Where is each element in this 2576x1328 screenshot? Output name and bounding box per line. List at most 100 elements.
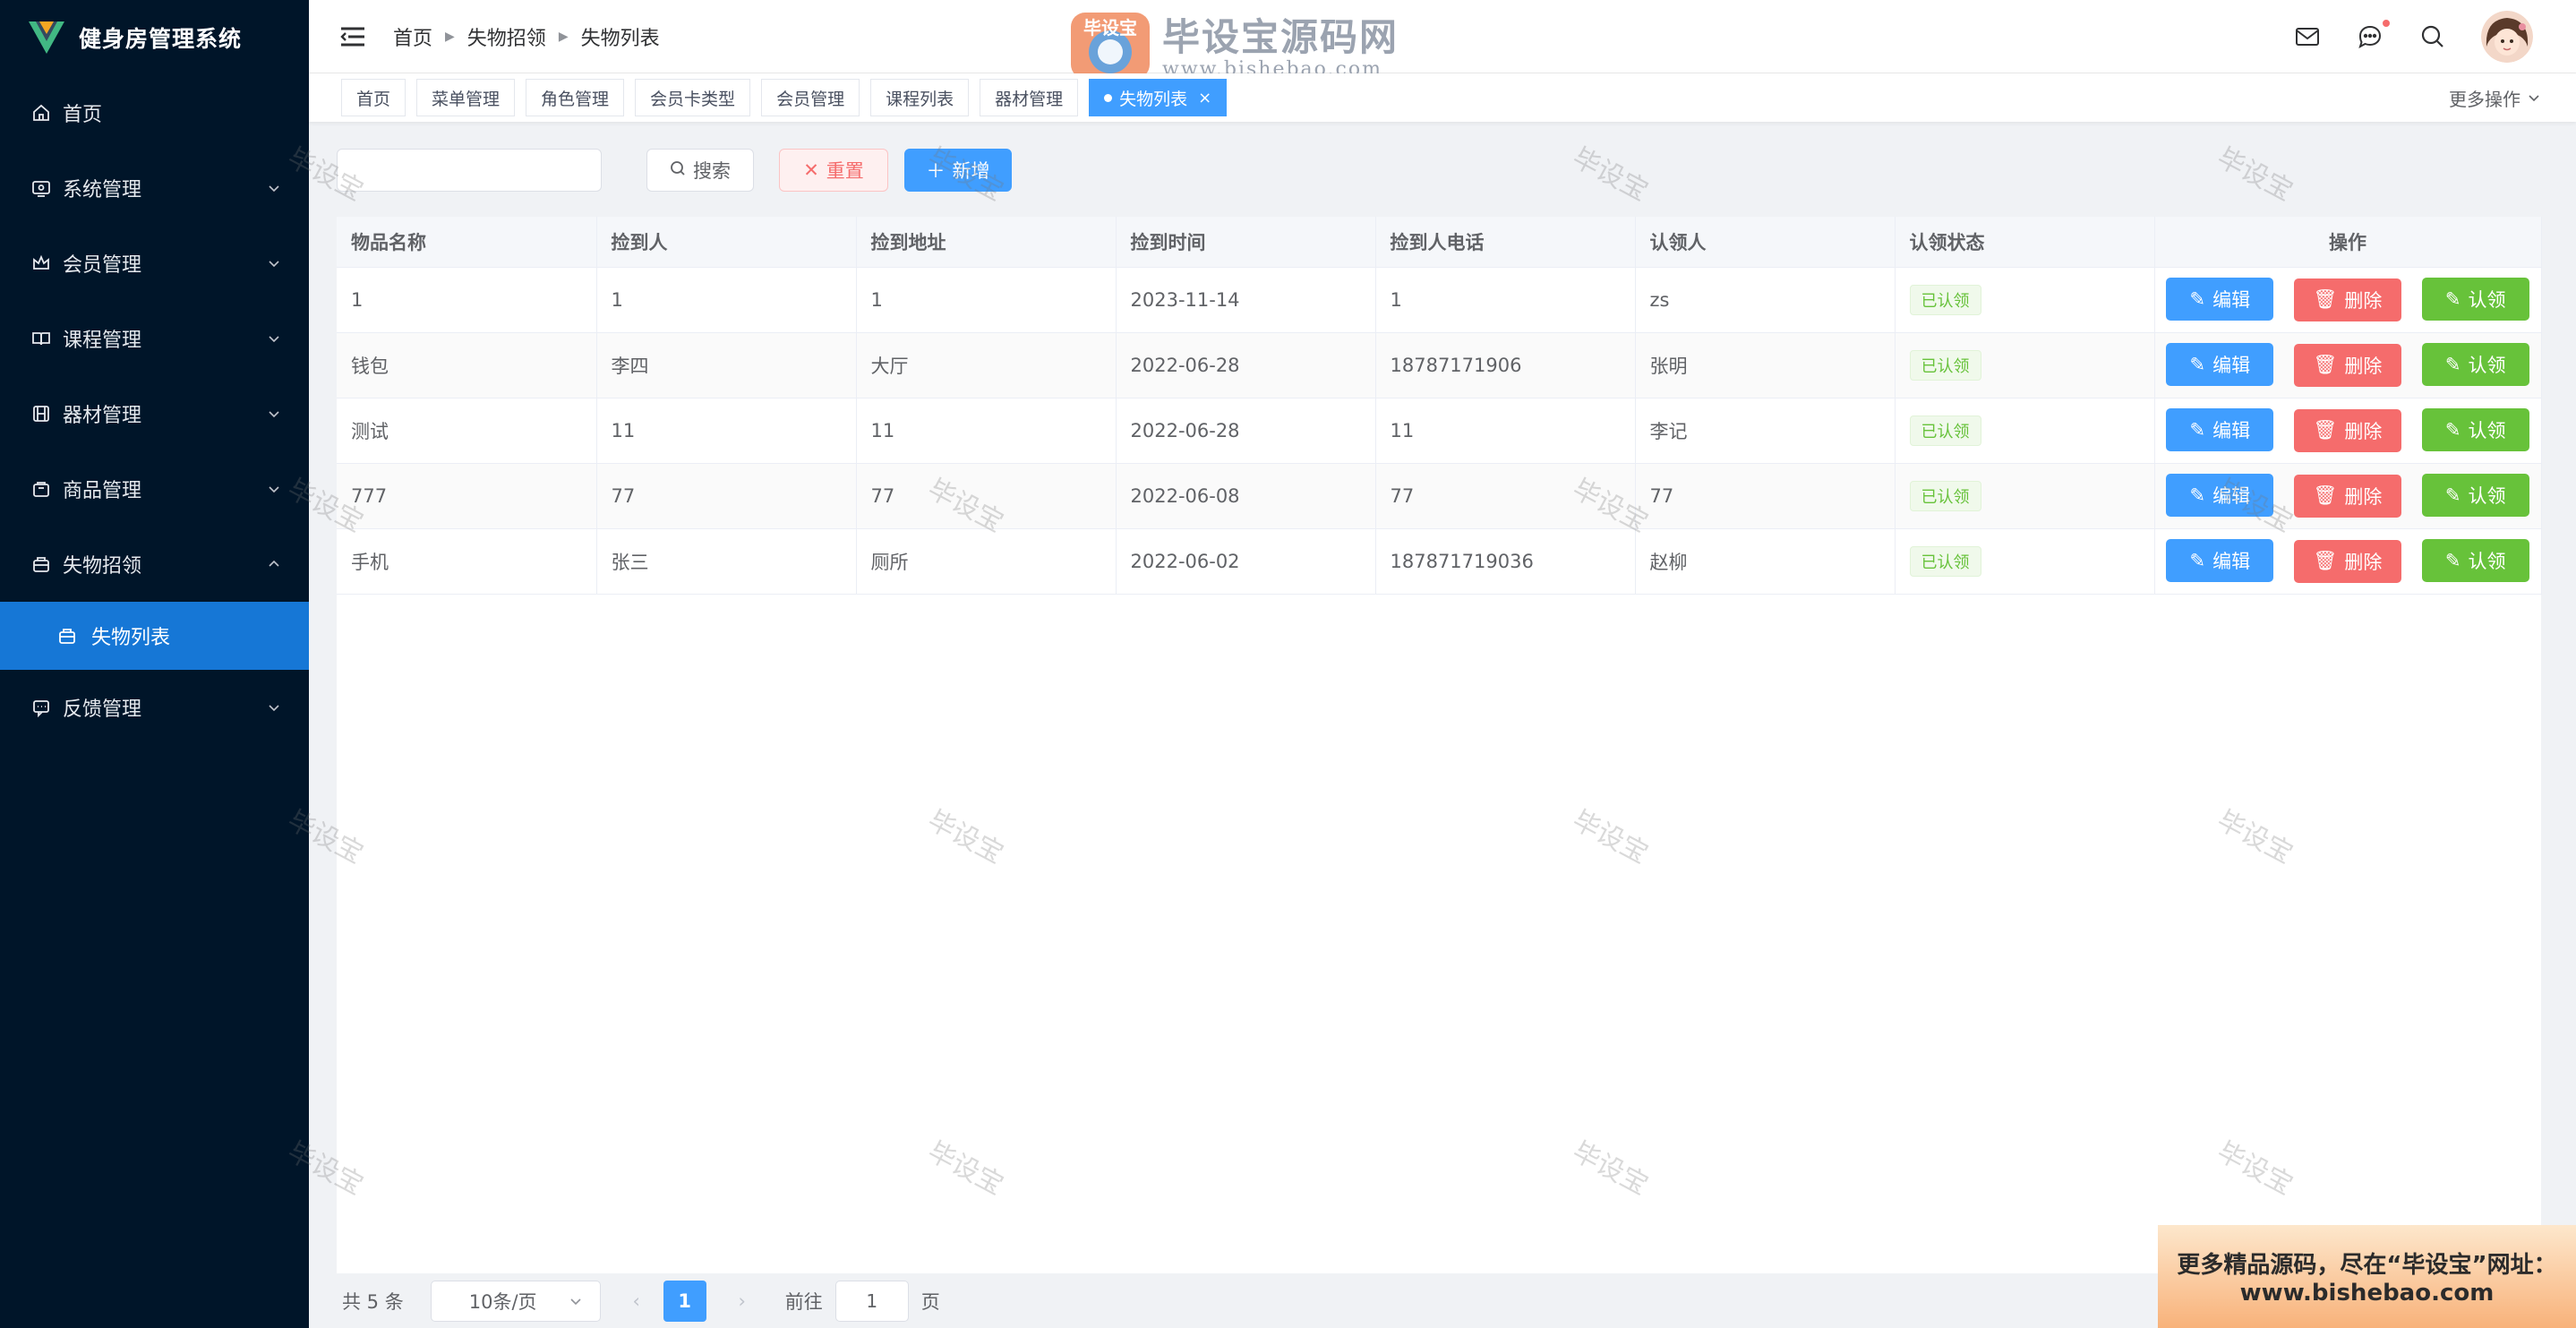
- chevron-down-icon: [569, 1290, 582, 1312]
- data-table: 物品名称 捡到人 捡到地址 捡到时间 捡到人电话 认领人 认领状态 操作 1 1…: [337, 217, 2542, 1273]
- tab-label: 会员卡类型: [650, 89, 736, 109]
- tab-equipment-management[interactable]: 器材管理: [980, 79, 1079, 116]
- column-header: 认领人: [1635, 217, 1896, 268]
- next-page-button[interactable]: ›: [724, 1281, 760, 1322]
- user-avatar[interactable]: [2481, 10, 2533, 63]
- breadcrumb-lost-found[interactable]: 失物招领: [467, 22, 546, 51]
- cell-finder: 11: [596, 398, 857, 464]
- tab-label: 器材管理: [995, 89, 1064, 109]
- edit-icon: ✎: [2189, 419, 2206, 441]
- delete-button[interactable]: 🗑 删除: [2294, 474, 2401, 518]
- edit-icon: ✎: [2444, 288, 2461, 311]
- more-operations-dropdown[interactable]: 更多操作: [2449, 85, 2540, 111]
- sidebar-item-lost-found[interactable]: 失物招领: [0, 527, 309, 602]
- reset-button-label: 重置: [826, 160, 864, 182]
- watermark-text: 毕设宝: [2212, 141, 2298, 208]
- cell-time: 2023-11-14: [1116, 267, 1376, 333]
- sidebar-item-home[interactable]: 首页: [0, 75, 309, 150]
- sidebar-subitem-lost-list[interactable]: 失物列表: [0, 602, 309, 670]
- chevron-down-icon: [266, 330, 282, 347]
- page-size-select[interactable]: 10条/页: [430, 1281, 601, 1322]
- tabs-bar: 首页 菜单管理 角色管理 会员卡类型 会员管理 课程列表 器材管理 失物列表 ×…: [309, 73, 2576, 122]
- column-header: 认领状态: [1895, 217, 2155, 268]
- page-number-current[interactable]: 1: [663, 1281, 706, 1322]
- cell-status: 已认领: [1895, 463, 2155, 529]
- sidebar-subitem-label: 失物列表: [91, 627, 171, 649]
- trash-icon: 🗑: [2313, 354, 2338, 376]
- sidebar-item-members[interactable]: 会员管理: [0, 226, 309, 301]
- menu-collapse-icon[interactable]: [338, 21, 368, 52]
- tab-member-management[interactable]: 会员管理: [761, 79, 860, 116]
- cell-item-name: 手机: [337, 528, 597, 595]
- tab-lost-list[interactable]: 失物列表 ×: [1089, 79, 1228, 116]
- book-icon: [30, 328, 52, 349]
- cell-actions: ✎ 编辑 🗑 删除 ✎ 认领: [2154, 528, 2542, 595]
- edit-icon: ✎: [2444, 484, 2461, 507]
- box-icon: [30, 553, 52, 575]
- search-icon[interactable]: [2418, 22, 2447, 51]
- delete-button[interactable]: 🗑 删除: [2294, 278, 2401, 321]
- sidebar-item-system[interactable]: 系统管理: [0, 150, 309, 226]
- promo-banner[interactable]: 更多精品源码，尽在“毕设宝”网址： www.bishebao.com: [2158, 1225, 2576, 1328]
- edit-icon: ✎: [2189, 288, 2206, 311]
- sidebar-item-products[interactable]: 商品管理: [0, 451, 309, 527]
- cell-status: 已认领: [1895, 528, 2155, 595]
- sidebar-item-feedback[interactable]: 反馈管理: [0, 670, 309, 745]
- cell-finder: 李四: [596, 332, 857, 398]
- claim-button[interactable]: ✎ 认领: [2421, 539, 2529, 583]
- edit-button[interactable]: ✎ 编辑: [2166, 408, 2274, 452]
- watermark-text: 毕设宝: [1567, 141, 1654, 208]
- reset-button[interactable]: ✕ 重置: [779, 149, 888, 192]
- edit-button[interactable]: ✎ 编辑: [2166, 343, 2274, 387]
- cell-claimer: 张明: [1635, 332, 1896, 398]
- column-header: 操作: [2154, 217, 2542, 268]
- add-button[interactable]: ＋ 新增: [904, 149, 1012, 192]
- toolbar: 搜索 ✕ 重置 ＋ 新增: [337, 149, 1012, 192]
- plus-icon: ＋: [926, 160, 946, 182]
- delete-button[interactable]: 🗑 删除: [2294, 343, 2401, 387]
- breadcrumb: 首页 ▶ 失物招领 ▶ 失物列表: [393, 22, 660, 51]
- edit-button-label: 编辑: [2212, 289, 2251, 312]
- cell-item-name: 钱包: [337, 332, 597, 398]
- goto-prefix: 前往: [784, 1291, 823, 1313]
- chevron-down-icon: [266, 699, 282, 715]
- search-input[interactable]: [337, 149, 602, 192]
- sidebar-item-label: 反馈管理: [63, 698, 142, 721]
- prev-page-button[interactable]: ‹: [619, 1281, 655, 1322]
- claim-button[interactable]: ✎ 认领: [2421, 474, 2529, 518]
- edit-icon: ✎: [2189, 550, 2206, 572]
- sidebar-item-courses[interactable]: 课程管理: [0, 301, 309, 376]
- cell-time: 2022-06-08: [1116, 463, 1376, 529]
- claim-button-label: 认领: [2468, 551, 2506, 573]
- claim-button-label: 认领: [2468, 355, 2506, 377]
- tab-course-list[interactable]: 课程列表: [870, 79, 970, 116]
- claim-button[interactable]: ✎ 认领: [2421, 278, 2529, 321]
- delete-button[interactable]: 🗑 删除: [2294, 408, 2401, 452]
- message-icon[interactable]: [2356, 19, 2390, 51]
- tab-home[interactable]: 首页: [341, 79, 407, 116]
- delete-button-label: 删除: [2344, 420, 2383, 442]
- breadcrumb-home[interactable]: 首页: [393, 22, 432, 51]
- edit-icon: ✎: [2189, 484, 2206, 507]
- search-button[interactable]: 搜索: [646, 149, 754, 192]
- sidebar-item-equipment[interactable]: 器材管理: [0, 376, 309, 451]
- edit-button[interactable]: ✎ 编辑: [2166, 539, 2274, 583]
- edit-button[interactable]: ✎ 编辑: [2166, 474, 2274, 518]
- status-badge: 已认领: [1909, 480, 1981, 511]
- cell-actions: ✎ 编辑 🗑 删除 ✎ 认领: [2154, 332, 2542, 398]
- goto-page-input[interactable]: [834, 1281, 909, 1322]
- claim-button[interactable]: ✎ 认领: [2421, 408, 2529, 452]
- active-dot: [1104, 93, 1113, 102]
- close-icon[interactable]: ×: [1198, 89, 1211, 107]
- tab-menu-management[interactable]: 菜单管理: [416, 79, 516, 116]
- chevron-down-icon: [2528, 87, 2540, 108]
- edit-button[interactable]: ✎ 编辑: [2166, 278, 2274, 321]
- tab-role-management[interactable]: 角色管理: [526, 79, 625, 116]
- tab-card-types[interactable]: 会员卡类型: [635, 79, 751, 116]
- claim-button[interactable]: ✎ 认领: [2421, 343, 2529, 387]
- feedback-icon: [30, 697, 52, 718]
- delete-button[interactable]: 🗑 删除: [2294, 539, 2401, 583]
- cell-claimer: 77: [1635, 463, 1896, 529]
- column-header: 捡到时间: [1116, 217, 1376, 268]
- mail-icon[interactable]: [2293, 22, 2322, 51]
